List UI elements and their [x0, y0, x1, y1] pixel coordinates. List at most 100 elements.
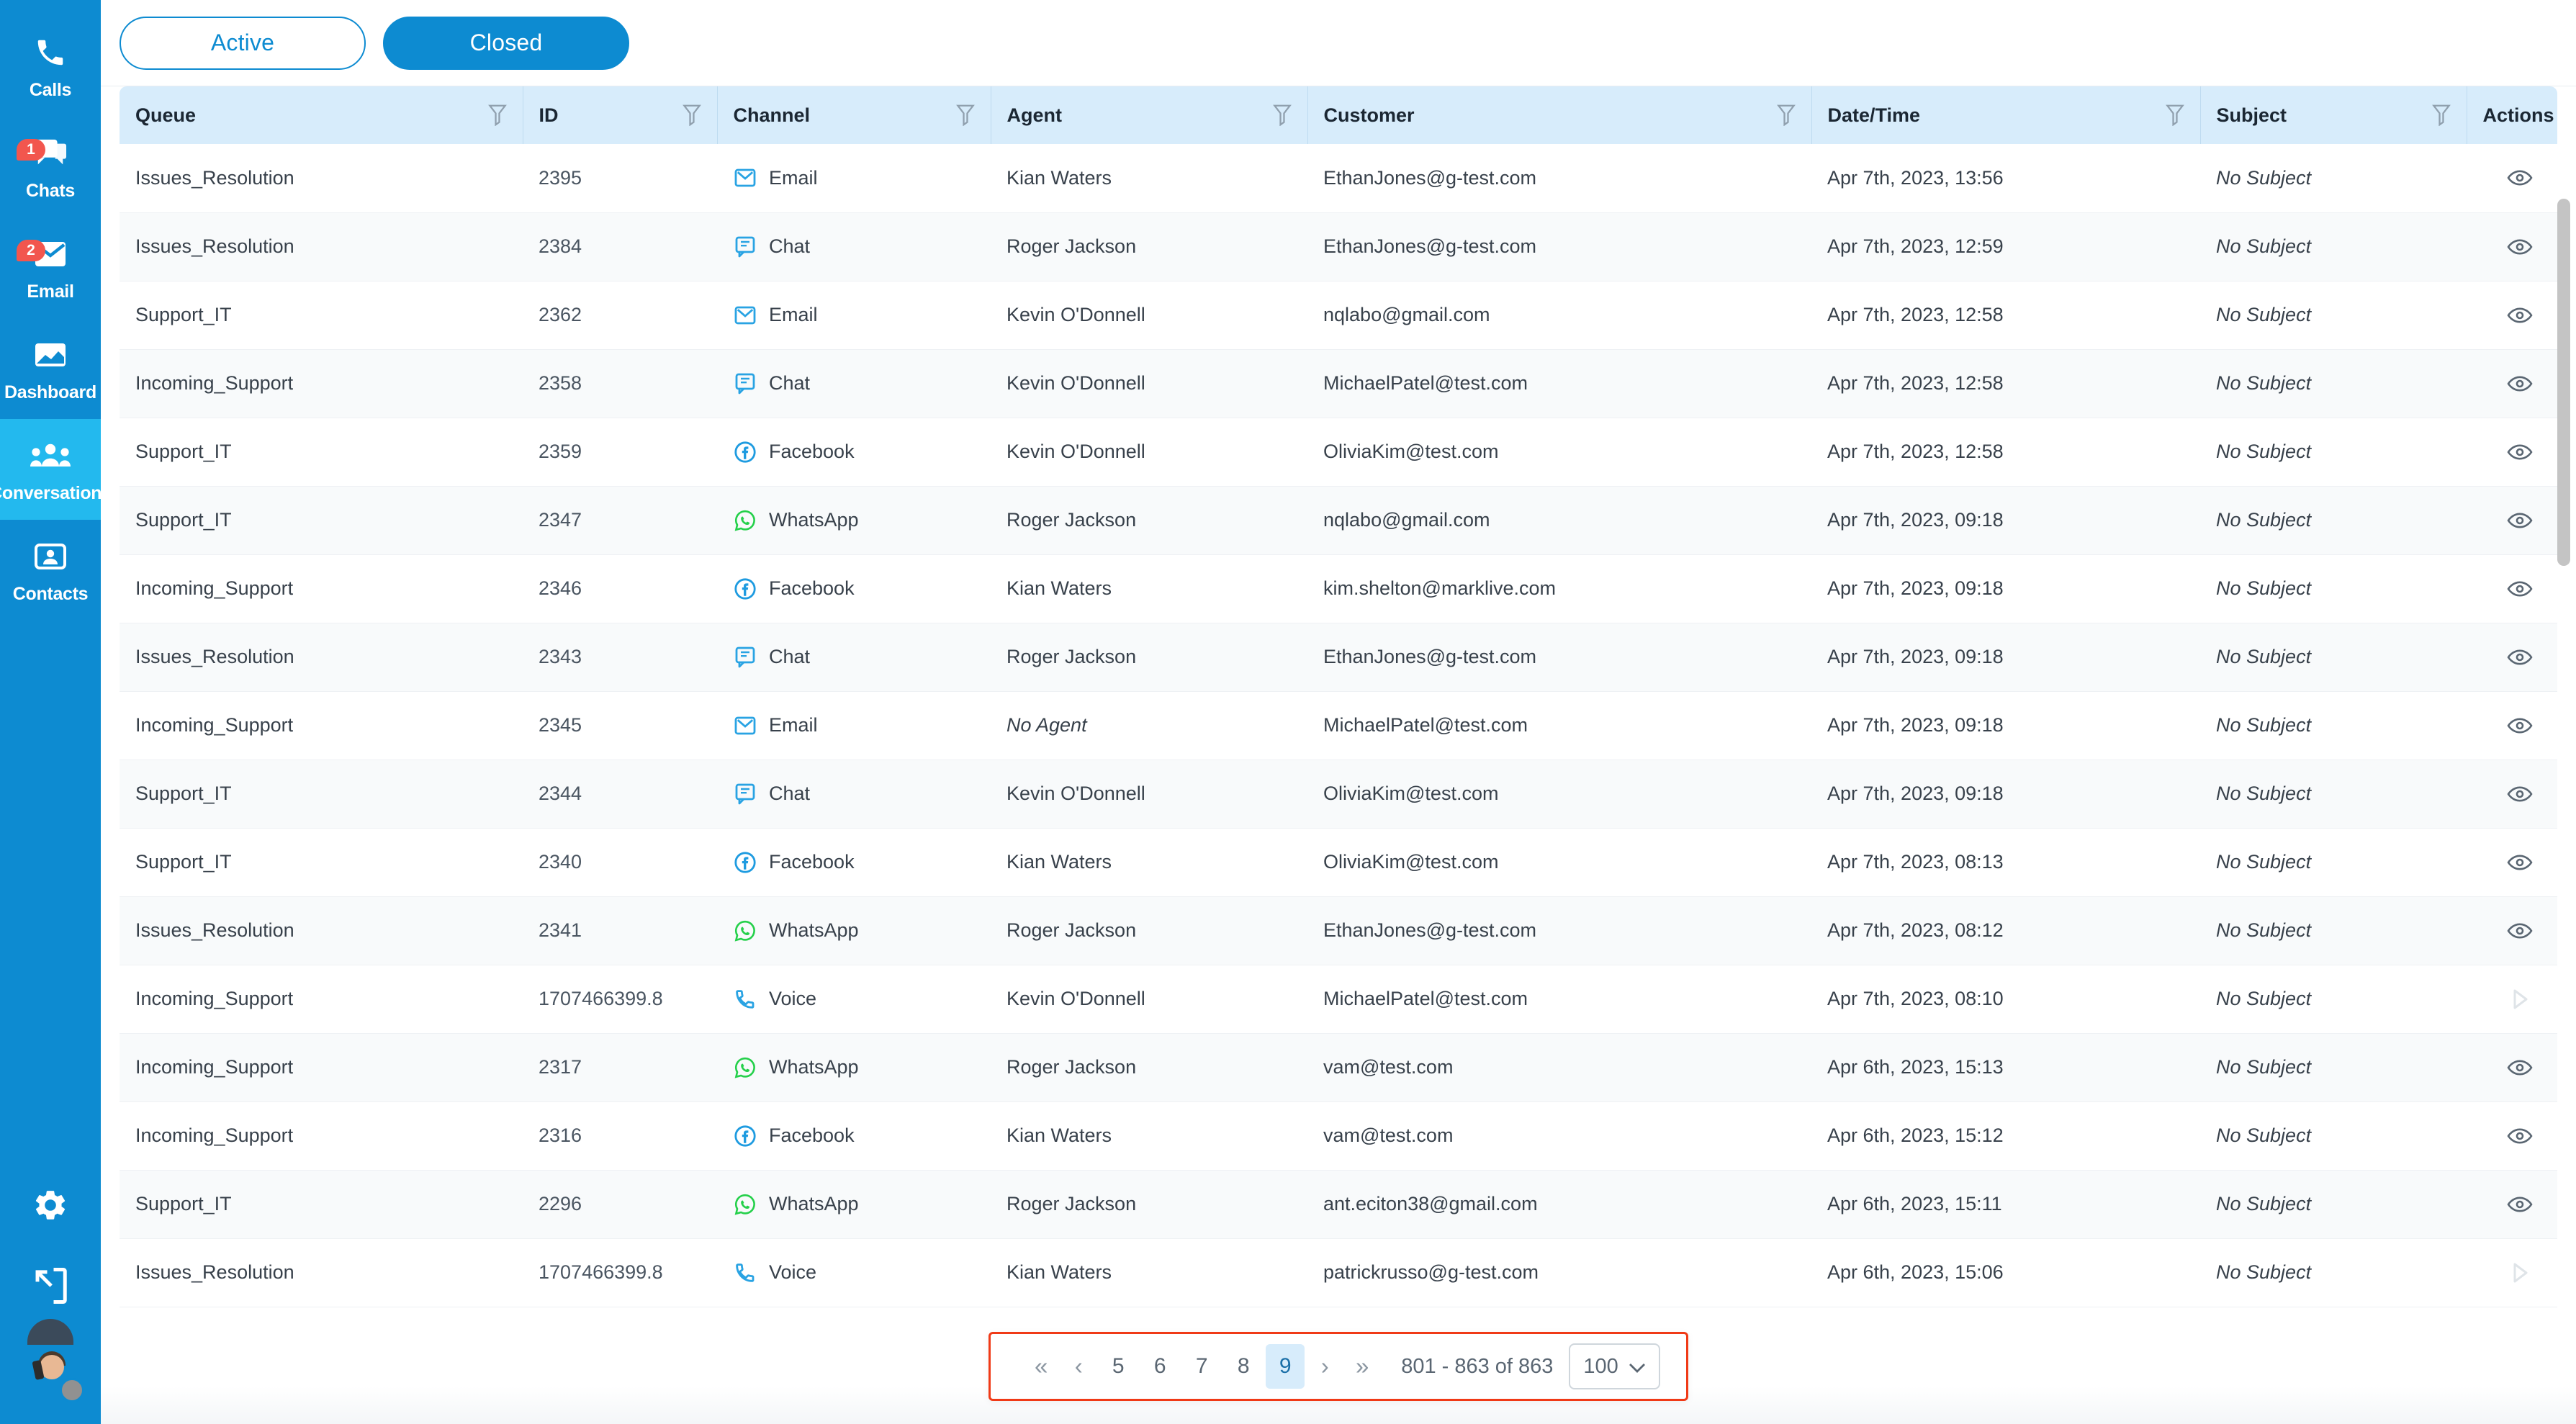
table-row[interactable]: Issues_Resolution 2343 Chat Roger Jackson Et…	[120, 623, 2557, 692]
view-conversation-icon[interactable]	[2500, 911, 2540, 951]
table-row[interactable]: Incoming_Support 2346 Facebook Kian Waters k…	[120, 554, 2557, 623]
cell-agent: Roger Jackson	[991, 896, 1307, 965]
table-row[interactable]: Incoming_Support 2358 Chat Kevin O'Donnell M…	[120, 349, 2557, 418]
chevron-down-icon	[1629, 1355, 1646, 1379]
cell-id: 2317	[523, 1033, 717, 1102]
sidebar-item-chats[interactable]: 1 Chats	[0, 117, 101, 217]
cell-datetime: Apr 7th, 2023, 13:56	[1811, 144, 2200, 213]
cell-agent: Roger Jackson	[991, 486, 1307, 555]
table-row[interactable]: Support_IT 2362 Email Kevin O'Donnell nqlabo…	[120, 281, 2557, 350]
tab-closed[interactable]: Closed	[383, 16, 629, 70]
play-recording-icon[interactable]	[2500, 979, 2540, 1019]
view-conversation-icon[interactable]	[2500, 364, 2540, 404]
cell-id: 2316	[523, 1101, 717, 1171]
filter-icon[interactable]	[955, 104, 975, 126]
sidebar-item-email[interactable]: 2 Email	[0, 217, 101, 318]
cell-queue: Support_IT	[120, 281, 523, 350]
page-size-select[interactable]: 100	[1569, 1343, 1660, 1389]
view-conversation-icon[interactable]	[2500, 295, 2540, 335]
table-row[interactable]: Support_IT 2359 Facebook Kevin O'Donnell Oli…	[120, 418, 2557, 487]
avatar[interactable]	[22, 1319, 84, 1402]
column-header-datetime[interactable]: Date/Time	[1811, 86, 2201, 144]
sidebar-item-contacts[interactable]: Contacts	[0, 520, 101, 621]
cell-id: 2340	[523, 828, 717, 897]
pagination-last-button[interactable]: »	[1345, 1344, 1379, 1389]
facebook-icon	[733, 577, 757, 601]
pagination-page-8[interactable]: 8	[1224, 1344, 1263, 1389]
view-conversation-icon[interactable]	[2500, 227, 2540, 267]
status-badge	[60, 1378, 84, 1402]
email-icon	[733, 303, 757, 328]
view-conversation-icon[interactable]	[2500, 637, 2540, 677]
table-row[interactable]: Issues_Resolution 1707466399.8 Voice Kian W…	[120, 1238, 2557, 1307]
cell-customer: EthanJones@g-test.com	[1307, 896, 1811, 965]
view-conversation-icon[interactable]	[2500, 569, 2540, 609]
view-conversation-icon[interactable]	[2500, 706, 2540, 746]
view-conversation-icon[interactable]	[2500, 1184, 2540, 1225]
pagination-page-5[interactable]: 5	[1099, 1344, 1138, 1389]
view-conversation-icon[interactable]	[2500, 1047, 2540, 1088]
pagination-page-7[interactable]: 7	[1182, 1344, 1221, 1389]
column-header-agent[interactable]: Agent	[991, 86, 1308, 144]
play-recording-icon[interactable]	[2500, 1253, 2540, 1293]
view-conversation-icon[interactable]	[2500, 1116, 2540, 1156]
view-conversation-icon[interactable]	[2500, 842, 2540, 883]
view-conversation-icon[interactable]	[2500, 774, 2540, 814]
channel-label: Voice	[769, 988, 817, 1009]
table-row[interactable]: Support_IT 2344 Chat Kevin O'Donnell OliviaK…	[120, 760, 2557, 829]
pagination-page-6[interactable]: 6	[1140, 1344, 1179, 1389]
column-header-customer[interactable]: Customer	[1307, 86, 1812, 144]
pagination-bar: « ‹ 56789 › » 801 - 863 of 863 100	[988, 1332, 1688, 1401]
filter-icon[interactable]	[2431, 104, 2451, 126]
table-row[interactable]: Issues_Resolution 2395 Email Kian Waters Eth…	[120, 144, 2557, 213]
filter-icon[interactable]	[487, 104, 507, 126]
filter-icon[interactable]	[2165, 104, 2184, 126]
cell-id: 2362	[523, 281, 717, 350]
table-row[interactable]: Incoming_Support 2316 Facebook Kian Waters v…	[120, 1101, 2557, 1171]
column-header-queue[interactable]: Queue	[120, 86, 523, 144]
filter-icon[interactable]	[1776, 104, 1796, 126]
cell-subject: No Subject	[2200, 760, 2467, 829]
tab-active[interactable]: Active	[120, 16, 366, 70]
sidebar-item-conversations[interactable]: Conversations	[0, 419, 112, 520]
column-label: Subject	[2216, 104, 2287, 126]
pagination-prev-button[interactable]: ‹	[1061, 1344, 1096, 1389]
vertical-scrollbar[interactable]	[2557, 199, 2570, 1423]
pagination-first-button[interactable]: «	[1024, 1344, 1058, 1389]
table-row[interactable]: Incoming_Support 1707466399.8 Voice Kevin O…	[120, 965, 2557, 1034]
logout-icon[interactable]	[27, 1264, 74, 1307]
cell-datetime: Apr 7th, 2023, 08:13	[1811, 828, 2200, 897]
chat-icon	[733, 645, 757, 670]
filter-icon[interactable]	[1272, 104, 1292, 126]
cell-datetime: Apr 7th, 2023, 09:18	[1811, 486, 2200, 555]
pagination-next-button[interactable]: ›	[1307, 1344, 1342, 1389]
table-row[interactable]: Issues_Resolution 2384 Chat Roger Jackson Et…	[120, 212, 2557, 281]
table-row[interactable]: Issues_Resolution 2341 WhatsApp Roger Jacks…	[120, 896, 2557, 965]
table-row[interactable]: Support_IT 2347 WhatsApp Roger Jackson nqlab…	[120, 486, 2557, 555]
cell-subject: No Subject	[2200, 281, 2467, 350]
cell-actions	[2467, 418, 2557, 487]
view-conversation-icon[interactable]	[2500, 432, 2540, 472]
column-header-channel[interactable]: Channel	[717, 86, 991, 144]
cell-actions	[2467, 144, 2557, 213]
table-row[interactable]: Support_IT 2296 WhatsApp Roger Jackson ant.e…	[120, 1170, 2557, 1239]
sidebar-item-calls[interactable]: Calls	[0, 16, 101, 117]
view-conversation-icon[interactable]	[2500, 158, 2540, 198]
contact-card-icon	[28, 538, 73, 575]
table-row[interactable]: Incoming_Support 2345 Email No Agent Michael…	[120, 691, 2557, 760]
table-row[interactable]: Support_IT 2340 Facebook Kian Waters OliviaK…	[120, 828, 2557, 897]
view-conversation-icon[interactable]	[2500, 500, 2540, 541]
sidebar-item-dashboard[interactable]: Dashboard	[0, 318, 101, 419]
table-row[interactable]: Incoming_Support 2317 WhatsApp Roger Jackso…	[120, 1033, 2557, 1102]
pagination-page-9[interactable]: 9	[1266, 1344, 1305, 1389]
column-header-subject[interactable]: Subject	[2200, 86, 2467, 144]
cell-customer: nqlabo@gmail.com	[1307, 281, 1811, 350]
filter-icon[interactable]	[682, 104, 701, 126]
cell-queue: Support_IT	[120, 486, 523, 555]
column-header-id[interactable]: ID	[523, 86, 718, 144]
page-size-value: 100	[1583, 1354, 1618, 1378]
cell-customer: EthanJones@g-test.com	[1307, 144, 1811, 213]
table-header-row: Queue ID Channel Agent Customer Date/Tim…	[120, 86, 2557, 144]
gear-icon[interactable]	[27, 1184, 74, 1227]
scrollbar-thumb[interactable]	[2557, 199, 2570, 566]
